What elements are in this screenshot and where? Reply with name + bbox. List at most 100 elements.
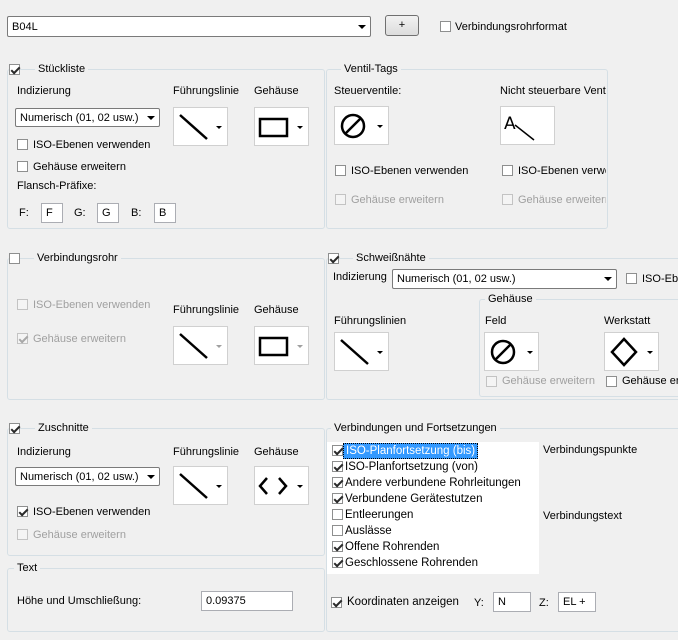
list-item[interactable]: ISO-Planfortsetzung (von): [328, 459, 538, 475]
list-item-checkbox[interactable]: [332, 461, 343, 472]
schweiss-shop-expand-label: Gehäuse erweitern: [622, 375, 678, 387]
stueckliste-indexing-label: Indizierung: [17, 85, 71, 97]
zuschnitte-housing-button[interactable]: [254, 466, 309, 505]
ventil-expand-checkbox[interactable]: [335, 194, 346, 205]
list-item[interactable]: Andere verbundene Rohrleitungen: [328, 475, 538, 491]
schweiss-iso-label: ISO-Ebenen verwenden: [642, 273, 678, 285]
control-valves-label: Steuerventile:: [334, 85, 402, 97]
flange-f-input[interactable]: F: [41, 203, 63, 223]
list-item-label: Verbundene Gerätestutzen: [345, 493, 483, 505]
text-height-input[interactable]: 0.09375: [201, 591, 293, 611]
list-item-checkbox[interactable]: [332, 525, 343, 536]
verbindungsrohr-checkbox[interactable]: [9, 253, 20, 264]
schweiss-housing-title: Gehäuse: [485, 292, 536, 306]
flange-b-input[interactable]: B: [154, 203, 176, 223]
stueckliste-indexing-select[interactable]: Numerisch (01, 02 usw.): [15, 108, 160, 127]
list-item-checkbox[interactable]: [332, 445, 343, 456]
schweiss-shop-expand-checkbox[interactable]: [606, 376, 617, 387]
add-button[interactable]: +: [385, 15, 419, 36]
verbindungsrohr-expand-checkbox[interactable]: [17, 333, 28, 344]
ventil-expand-label: Gehäuse erweitern: [351, 194, 444, 206]
schweiss-field-button[interactable]: [484, 332, 539, 371]
schweiss-field-label: Feld: [485, 315, 507, 327]
verbindungsrohr-housing-button[interactable]: [254, 326, 309, 365]
list-item[interactable]: ISO-Planfortsetzung (bis): [328, 443, 538, 459]
zuschnitte-checkbox[interactable]: [9, 423, 20, 434]
connection-points-label: Verbindungspunkte: [543, 444, 638, 456]
zuschnitte-expand-checkbox[interactable]: [17, 529, 28, 540]
list-item-checkbox[interactable]: [332, 509, 343, 520]
coord-z-label: Z:: [539, 597, 549, 609]
verbindungen-title: Verbindungen und Fortsetzungen: [331, 421, 500, 435]
verbindungsrohr-expand-label: Gehäuse erweitern: [33, 333, 126, 345]
schweiss-leaders-label: Führungslinien: [334, 315, 407, 327]
list-item[interactable]: Verbundene Gerätestutzen: [328, 491, 538, 507]
zuschnitte-iso-label: ISO-Ebenen verwenden: [33, 506, 151, 518]
text-title: Text: [14, 561, 41, 575]
chevron-down-icon: [647, 351, 653, 354]
stueckliste-housing-button[interactable]: [254, 107, 309, 146]
ventil-iso-checkbox-2[interactable]: [502, 165, 513, 176]
ventil-iso-label-2: ISO-Ebenen verwenden: [518, 165, 606, 177]
chevron-down-icon: [147, 475, 155, 479]
list-item-label: Entleerungen: [345, 509, 414, 521]
list-item-label: Offene Rohrenden: [345, 541, 440, 553]
control-valve-button[interactable]: [334, 106, 389, 145]
stueckliste-expand-checkbox[interactable]: [17, 161, 28, 172]
verbindungsrohr-housing-label: Gehäuse: [254, 304, 299, 316]
connections-list[interactable]: ISO-Planfortsetzung (bis) ISO-Planfortset…: [327, 442, 539, 574]
zuschnitte-leader-button[interactable]: [173, 466, 228, 505]
stueckliste-iso-label: ISO-Ebenen verwenden: [33, 139, 151, 151]
connpipe-format-checkbox[interactable]: [440, 21, 451, 32]
stueckliste-leader-label: Führungslinie: [173, 85, 240, 97]
chevron-down-icon: [216, 485, 222, 488]
stueckliste-checkbox[interactable]: [9, 64, 20, 75]
zuschnitte-indexing-select[interactable]: Numerisch (01, 02 usw.): [15, 467, 160, 486]
ventil-expand-label-2: Gehäuse erweitern: [518, 194, 606, 206]
chevron-down-icon: [604, 277, 612, 281]
zuschnitte-iso-checkbox[interactable]: [17, 506, 28, 517]
ventil-expand-checkbox-2[interactable]: [502, 194, 513, 205]
chevron-down-icon: [216, 345, 222, 348]
stueckliste-iso-checkbox[interactable]: [17, 139, 28, 150]
profile-combo[interactable]: B04L: [7, 16, 371, 37]
coord-z-input[interactable]: EL +: [558, 592, 596, 612]
schweiss-indexing-select[interactable]: Numerisch (01, 02 usw.): [392, 269, 617, 289]
verbindungsrohr-iso-checkbox[interactable]: [17, 299, 28, 310]
list-item-checkbox[interactable]: [332, 493, 343, 504]
stueckliste-housing-label: Gehäuse: [254, 85, 299, 97]
list-item[interactable]: Auslässe: [328, 523, 538, 539]
coords-label: Koordinaten anzeigen: [347, 596, 459, 608]
chevron-down-icon: [377, 351, 383, 354]
stueckliste-title: Stückliste: [35, 62, 89, 76]
flange-prefix-label: Flansch-Präfixe:: [17, 180, 97, 192]
list-item-checkbox[interactable]: [332, 541, 343, 552]
ventil-title: Ventil-Tags: [341, 62, 401, 76]
stueckliste-leader-button[interactable]: [173, 107, 228, 146]
chevron-down-icon: [297, 485, 303, 488]
list-item[interactable]: Entleerungen: [328, 507, 538, 523]
list-item-label: Geschlossene Rohrenden: [345, 557, 478, 569]
schweiss-shop-button[interactable]: [604, 332, 659, 371]
schweiss-field-expand-label: Gehäuse erweitern: [502, 375, 595, 387]
ventil-iso-checkbox[interactable]: [335, 165, 346, 176]
chevron-down-icon: [147, 116, 155, 120]
list-item[interactable]: Offene Rohrenden: [328, 539, 538, 555]
schweiss-iso-checkbox[interactable]: [626, 273, 637, 284]
schweiss-field-expand-checkbox[interactable]: [486, 376, 497, 387]
list-item-checkbox[interactable]: [332, 477, 343, 488]
flange-b-label: B:: [131, 207, 142, 219]
list-item-label: ISO-Planfortsetzung (bis): [343, 443, 479, 459]
coord-y-input[interactable]: N: [493, 592, 531, 612]
flange-g-label: G:: [74, 207, 86, 219]
zuschnitte-title: Zuschnitte: [35, 421, 92, 435]
profile-value: B04L: [12, 21, 38, 33]
list-item[interactable]: Geschlossene Rohrenden: [328, 555, 538, 571]
coords-checkbox[interactable]: [331, 597, 342, 608]
leader-text-icon: A: [504, 114, 535, 141]
flange-g-input[interactable]: G: [97, 203, 119, 223]
verbindungsrohr-leader-button[interactable]: [173, 326, 228, 365]
schweiss-leader-button[interactable]: [334, 332, 389, 371]
list-item-checkbox[interactable]: [332, 557, 343, 568]
schweiss-checkbox[interactable]: [328, 253, 339, 264]
